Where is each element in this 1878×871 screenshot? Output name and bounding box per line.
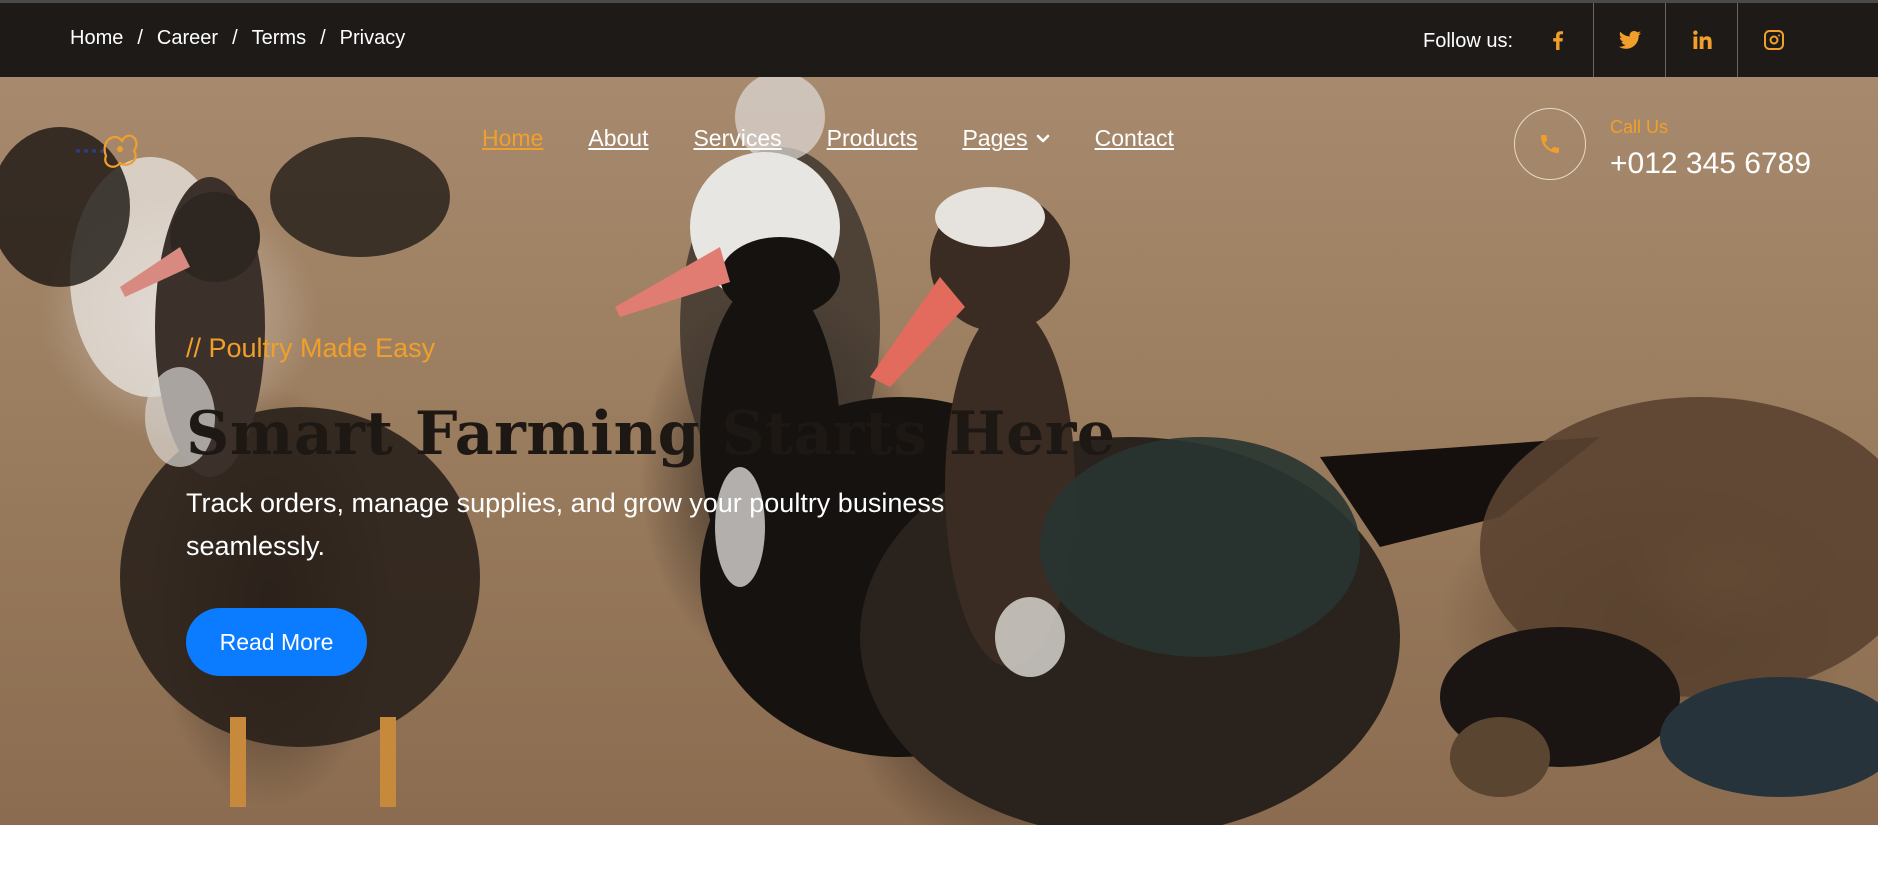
read-more-button[interactable]: Read More xyxy=(186,608,367,676)
breadcrumb-privacy-link[interactable]: Privacy xyxy=(340,27,406,50)
nav-item-about[interactable]: About xyxy=(588,125,648,152)
nav-item-pages[interactable]: Pages xyxy=(962,125,1049,152)
facebook-link[interactable] xyxy=(1522,3,1594,77)
twitter-icon xyxy=(1618,31,1641,49)
hero-headline: Smart Farming Starts Here xyxy=(186,399,1116,469)
instagram-link[interactable] xyxy=(1738,3,1810,77)
hero-section: Home About Services Products Pages Conta… xyxy=(0,77,1878,825)
chevron-down-icon xyxy=(1036,134,1049,142)
social-links xyxy=(1522,3,1810,77)
hero-tagline: // Poultry Made Easy xyxy=(186,333,436,363)
phone-icon xyxy=(1541,135,1559,153)
page: Home / Career / Terms / Privacy Follow u… xyxy=(0,0,1878,871)
linkedin-link[interactable] xyxy=(1666,3,1738,77)
breadcrumb-terms-link[interactable]: Terms xyxy=(252,27,306,50)
breadcrumb-home-link[interactable]: Home xyxy=(70,27,123,50)
nav-item-services[interactable]: Services xyxy=(693,125,781,152)
breadcrumb: Home / Career / Terms / Privacy xyxy=(70,27,405,50)
nav-item-products[interactable]: Products xyxy=(827,125,918,152)
main-nav: Home About Services Products Pages Conta… xyxy=(482,125,1219,152)
breadcrumb-separator: / xyxy=(232,27,238,49)
logo[interactable] xyxy=(70,121,144,175)
nav-item-home[interactable]: Home xyxy=(482,125,543,152)
facebook-icon xyxy=(1552,31,1563,50)
call-us-label: Call Us xyxy=(1610,117,1669,137)
follow-us-label: Follow us: xyxy=(1423,30,1514,52)
phone-button[interactable] xyxy=(1514,108,1586,180)
linkedin-icon xyxy=(1692,30,1712,49)
hero-subtitle: Track orders, manage supplies, and grow … xyxy=(186,488,945,561)
breadcrumb-career-link[interactable]: Career xyxy=(157,27,218,50)
breadcrumb-separator: / xyxy=(320,27,326,49)
instagram-icon xyxy=(1764,30,1784,50)
call-us-number[interactable]: +012 345 6789 xyxy=(1610,147,1811,181)
twitter-link[interactable] xyxy=(1594,3,1666,77)
breadcrumb-separator: / xyxy=(137,27,143,49)
top-bar: Home / Career / Terms / Privacy Follow u… xyxy=(0,0,1878,77)
nav-item-pages-label: Pages xyxy=(962,125,1028,151)
nav-item-contact[interactable]: Contact xyxy=(1095,125,1174,152)
